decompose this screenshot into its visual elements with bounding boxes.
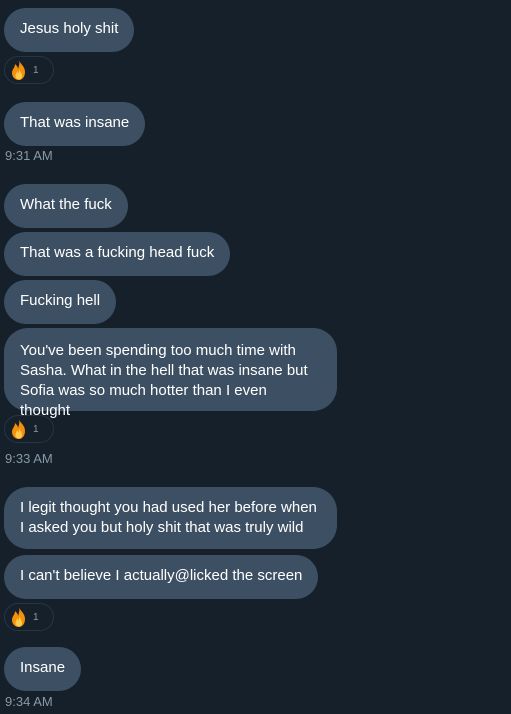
reaction-badge[interactable]: 1 — [4, 56, 54, 84]
message-text: I can't believe I actually@licked the sc… — [20, 567, 303, 584]
reaction-badge[interactable]: 1 — [4, 603, 54, 631]
timestamp: 9:33 AM — [5, 451, 53, 466]
message-bubble[interactable]: I can't believe I actually@licked the sc… — [4, 555, 319, 599]
timestamp: 9:34 AM — [5, 694, 53, 709]
fire-icon — [12, 419, 25, 439]
message-text: That was a fucking head fuck — [20, 244, 215, 261]
message-bubble[interactable]: Insane — [4, 647, 82, 691]
message-text: Insane — [20, 659, 66, 676]
message-bubble[interactable]: Fucking hell — [4, 280, 117, 324]
reaction-count: 1 — [33, 64, 39, 76]
message-bubble[interactable]: Jesus holy shit — [4, 8, 135, 52]
message-bubble[interactable]: I legit thought you had used her before … — [4, 487, 337, 549]
message-bubble[interactable]: What the fuck — [4, 184, 128, 228]
message-text: What the fuck — [20, 196, 112, 213]
message-text: That was insane — [20, 114, 130, 131]
message-text: You've been spending too much time with … — [20, 342, 308, 419]
message-text: Fucking hell — [20, 292, 101, 309]
timestamp: 9:31 AM — [5, 148, 53, 163]
reaction-count: 1 — [33, 611, 39, 623]
message-bubble[interactable]: You've been spending too much time with … — [4, 328, 337, 419]
message-text: I legit thought you had used her before … — [20, 499, 317, 536]
message-bubble[interactable]: That was a fucking head fuck — [4, 232, 231, 276]
message-text: Jesus holy shit — [20, 20, 119, 37]
reaction-badge[interactable]: 1 — [4, 415, 54, 443]
fire-icon — [12, 607, 25, 627]
fire-icon — [12, 60, 25, 80]
message-thread: Jesus holy shit 1 That was insane 9:31 A… — [0, 0, 511, 714]
message-bubble[interactable]: That was insane — [4, 102, 146, 146]
reaction-count: 1 — [33, 423, 39, 435]
